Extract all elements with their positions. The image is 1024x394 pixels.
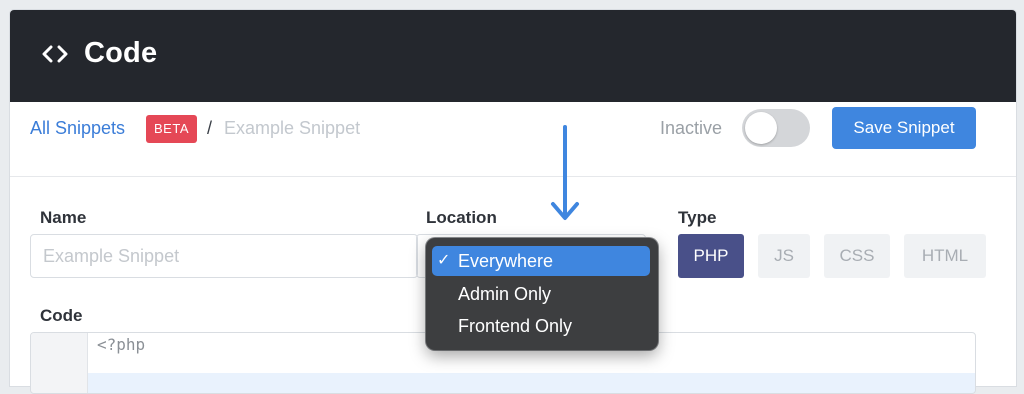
location-dropdown-menu: ✓ Everywhere Admin Only Frontend Only [426, 238, 658, 350]
down-arrow-icon [551, 125, 579, 220]
type-label: Type [678, 208, 717, 227]
breadcrumb-separator: / [207, 118, 213, 138]
beta-badge: BETA [146, 115, 197, 143]
type-css-button[interactable]: CSS [824, 234, 890, 278]
location-option-everywhere[interactable]: ✓ Everywhere [432, 246, 650, 276]
page-title: Code [84, 37, 158, 69]
page-header: Code [10, 10, 1016, 102]
active-line-highlight [88, 373, 975, 393]
type-php-button[interactable]: PHP [678, 234, 744, 278]
option-label: Frontend Only [458, 316, 573, 336]
name-input[interactable]: Example Snippet [30, 234, 418, 278]
active-toggle[interactable] [742, 109, 810, 147]
location-label: Location [426, 208, 497, 227]
name-label: Name [40, 208, 87, 227]
type-html-button[interactable]: HTML [904, 234, 986, 278]
toggle-knob [745, 112, 777, 144]
line-number-gutter [31, 333, 88, 393]
code-label: Code [40, 306, 83, 325]
location-option-admin-only[interactable]: Admin Only [432, 279, 650, 309]
option-label: Admin Only [458, 284, 552, 304]
breadcrumb-current: Example Snippet [224, 118, 361, 138]
breadcrumb-all-snippets[interactable]: All Snippets [30, 118, 125, 139]
checkmark-icon: ✓ [437, 252, 451, 269]
save-snippet-button[interactable]: Save Snippet [832, 107, 976, 149]
type-js-button[interactable]: JS [758, 234, 810, 278]
code-icon [42, 45, 68, 63]
status-label: Inactive [660, 118, 723, 138]
code-line-1: <?php [97, 335, 146, 354]
location-option-frontend-only[interactable]: Frontend Only [432, 311, 650, 341]
option-label: Everywhere [458, 251, 554, 271]
